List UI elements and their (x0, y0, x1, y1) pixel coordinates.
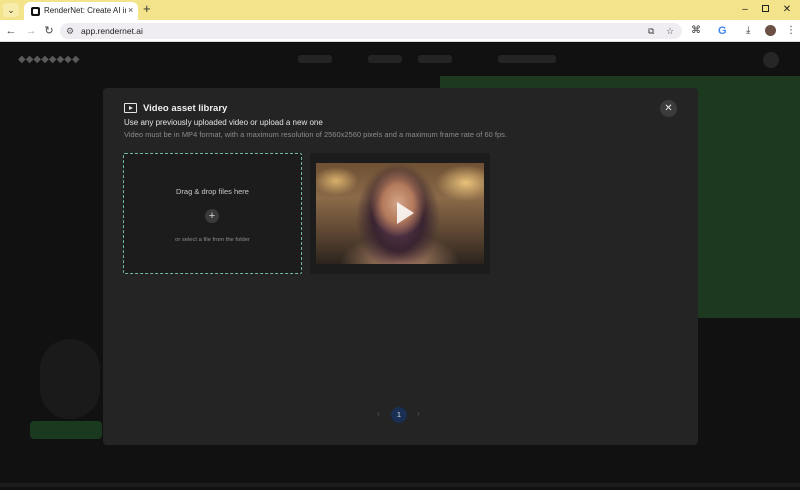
page-nav-item (498, 55, 556, 63)
reload-icon[interactable]: ↻ (42, 23, 56, 39)
window-minimize-button[interactable]: – (736, 2, 754, 18)
chevron-right-icon[interactable]: › (417, 409, 420, 418)
install-app-icon[interactable]: ⧉ (648, 24, 654, 38)
plus-icon[interactable]: + (205, 209, 219, 223)
page-nav-item (298, 55, 332, 63)
new-tab-button[interactable]: + (143, 2, 151, 16)
video-library-icon (124, 103, 137, 113)
page-footer-strip (0, 483, 800, 487)
page-number-current[interactable]: 1 (391, 407, 407, 423)
page-action-button (30, 421, 102, 439)
browser-tab-bar: ⌄ RenderNet: Create AI images w × + – ✕ (0, 0, 800, 20)
browser-tab[interactable]: RenderNet: Create AI images w × (24, 2, 138, 20)
video-asset-library-modal: Video asset library ✕ Use any previously… (103, 88, 698, 445)
modal-title: Video asset library (143, 103, 228, 114)
profile-avatar-icon[interactable] (765, 25, 776, 36)
site-info-icon[interactable]: ⚙ (66, 24, 74, 38)
modal-format-note: Video must be in MP4 format, with a maxi… (124, 130, 507, 139)
tab-search-button[interactable]: ⌄ (3, 3, 19, 17)
extensions-icon[interactable]: ⌘ (691, 23, 701, 39)
dropzone-title: Drag & drop files here (176, 187, 249, 196)
google-icon[interactable]: G (718, 23, 727, 39)
app-logo: ◆◆◆◆◆◆◆◆ (18, 54, 80, 65)
tab-title: RenderNet: Create AI images w (44, 6, 126, 15)
window-maximize-button[interactable] (756, 2, 774, 18)
modal-subtitle: Use any previously uploaded video or upl… (124, 118, 323, 127)
maximize-icon (761, 4, 769, 12)
window-close-button[interactable]: ✕ (778, 2, 796, 18)
chevron-left-icon[interactable]: ‹ (377, 409, 380, 418)
close-icon[interactable]: ✕ (660, 100, 677, 117)
page-user-avatar (763, 52, 779, 68)
video-asset-card[interactable] (310, 153, 490, 274)
upload-dropzone[interactable]: Drag & drop files here + or select a fil… (123, 153, 302, 274)
more-menu-icon[interactable]: ⋮ (786, 23, 796, 39)
back-icon[interactable]: ← (4, 23, 18, 39)
bookmark-star-icon[interactable]: ☆ (666, 24, 674, 38)
download-icon[interactable]: ⤓ (746, 23, 750, 39)
play-icon[interactable] (397, 202, 414, 224)
browser-toolbar: ← → ↻ ⚙ app.rendernet.ai ⧉ ☆ ⌘ G ⤓ ⋮ (0, 20, 800, 42)
forward-icon[interactable]: → (24, 23, 38, 39)
page-nav-item (418, 55, 452, 63)
favicon-icon (31, 7, 40, 16)
url-text[interactable]: app.rendernet.ai (81, 25, 143, 37)
tab-close-icon[interactable]: × (128, 5, 133, 15)
page-character-card (40, 339, 100, 419)
page-nav-item (368, 55, 402, 63)
play-triangle (129, 105, 133, 110)
address-bar[interactable]: ⚙ app.rendernet.ai ⧉ ☆ (60, 23, 682, 39)
dropzone-subtitle[interactable]: or select a file from the folder (124, 237, 301, 243)
video-thumbnail[interactable] (316, 163, 484, 264)
